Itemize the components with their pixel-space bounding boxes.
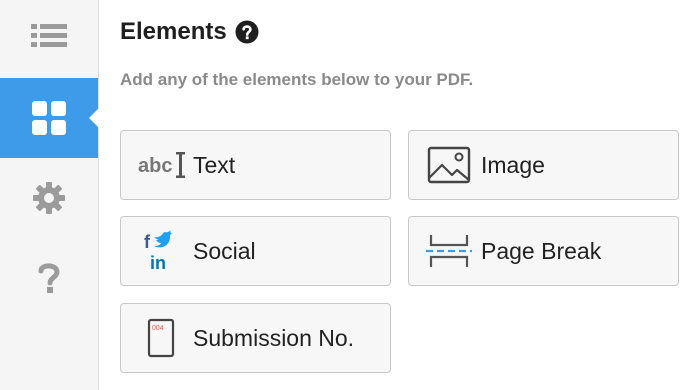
sidebar-item-help[interactable] xyxy=(0,238,98,318)
element-text-label: Text xyxy=(193,151,236,178)
text-icon: abc xyxy=(133,130,189,200)
panel-title: Elements xyxy=(120,18,227,45)
sidebar xyxy=(0,0,99,390)
facebook-icon: f xyxy=(144,232,151,252)
element-page-break-button[interactable]: Page Break xyxy=(408,216,679,286)
element-text-button[interactable]: abc Text xyxy=(120,130,391,200)
submission-number-icon: 004 xyxy=(133,303,189,373)
element-image-label: Image xyxy=(481,151,545,178)
panel-header: Elements xyxy=(120,18,259,46)
element-social-label: Social xyxy=(193,237,256,264)
sidebar-item-settings[interactable] xyxy=(0,158,98,238)
social-icon: f in xyxy=(133,216,189,286)
twitter-icon xyxy=(154,230,172,248)
panel-subtitle: Add any of the elements below to your PD… xyxy=(120,70,474,89)
element-social-button[interactable]: f in Social xyxy=(120,216,391,286)
sidebar-item-elements[interactable] xyxy=(0,78,99,158)
element-submission-number-button[interactable]: 004 Submission No. xyxy=(120,303,391,373)
text-icon-letters: abc xyxy=(138,155,172,177)
element-page-break-label: Page Break xyxy=(481,237,602,264)
gear-icon xyxy=(33,182,65,214)
elements-grid-icon xyxy=(32,101,66,135)
question-icon xyxy=(38,263,60,293)
list-icon xyxy=(31,24,67,47)
submission-number-text: 004 xyxy=(152,325,164,332)
image-icon xyxy=(421,130,477,200)
element-image-button[interactable]: Image xyxy=(408,130,679,200)
elements-panel: Elements Add any of the elements below t… xyxy=(100,0,696,390)
help-circle-icon[interactable] xyxy=(235,20,259,44)
sidebar-item-list[interactable] xyxy=(0,0,98,76)
page-break-icon xyxy=(421,216,477,286)
linkedin-icon: in xyxy=(150,253,166,273)
element-submission-number-label: Submission No. xyxy=(193,324,355,351)
